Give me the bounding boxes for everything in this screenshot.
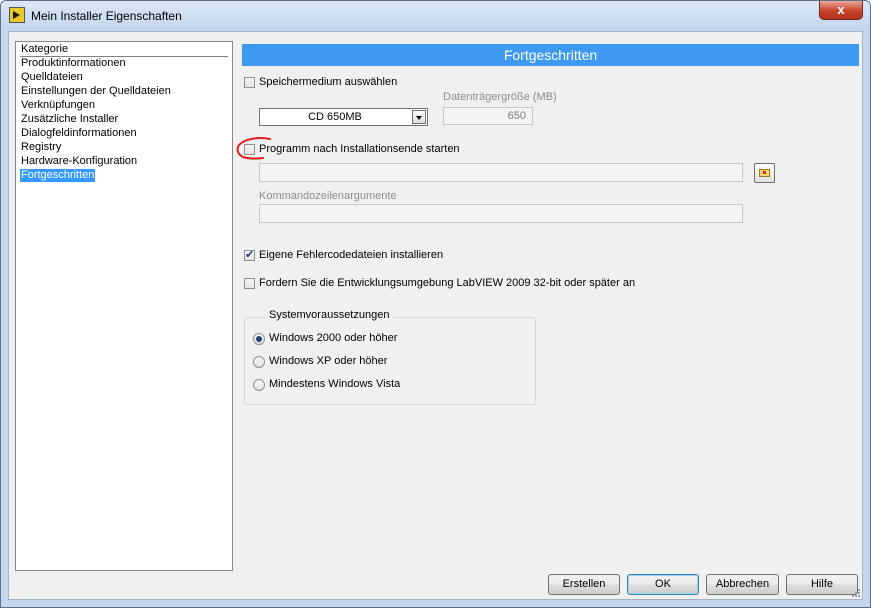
radio-windows-2000[interactable] (253, 333, 265, 345)
dropdown-arrow-icon[interactable] (412, 110, 426, 124)
media-size-field[interactable]: 650 (443, 107, 533, 125)
command-args-field[interactable] (259, 204, 743, 223)
dialog-client-area: Kategorie Produktinformationen Quelldate… (8, 31, 863, 600)
browse-button[interactable] (754, 163, 775, 183)
category-item-quelldateien[interactable]: Quelldateien (20, 71, 84, 84)
category-item-fortgeschritten[interactable]: Fortgeschritten (20, 169, 96, 182)
radio-windows-2000-label[interactable]: Windows 2000 oder höher (269, 332, 397, 344)
category-item-dialogfeldinformationen[interactable]: Dialogfeldinformationen (20, 127, 138, 140)
media-size-label: Datenträgergröße (MB) (443, 91, 557, 103)
radio-windows-xp-label[interactable]: Windows XP oder höher (269, 355, 387, 367)
require-labview-checkbox[interactable] (244, 278, 255, 289)
title-bar[interactable]: Mein Installer Eigenschaften x (1, 1, 870, 31)
folder-icon (759, 169, 770, 177)
build-button[interactable]: Erstellen (548, 574, 620, 595)
ok-button[interactable]: OK (627, 574, 699, 595)
command-args-label: Kommandozeilenargumente (259, 190, 397, 202)
category-item-hardware-konfiguration[interactable]: Hardware-Konfiguration (20, 155, 138, 168)
storage-media-value: CD 650MB (308, 111, 362, 123)
radio-windows-vista[interactable] (253, 379, 265, 391)
run-program-checkbox[interactable] (244, 144, 255, 155)
category-item-verknuepfungen[interactable]: Verknüpfungen (20, 99, 96, 112)
dialog-window: Mein Installer Eigenschaften x Kategorie… (0, 0, 871, 608)
storage-checkbox[interactable] (244, 77, 255, 88)
radio-windows-vista-label[interactable]: Mindestens Windows Vista (269, 378, 400, 390)
category-item-einstellungen-quelldateien[interactable]: Einstellungen der Quelldateien (20, 85, 172, 98)
error-files-checkbox-label[interactable]: Eigene Fehlercodedateien installieren (259, 249, 443, 261)
category-item-zusaetzliche-installer[interactable]: Zusätzliche Installer (20, 113, 119, 126)
storage-checkbox-label[interactable]: Speichermedium auswählen (259, 76, 397, 88)
category-item-produktinformationen[interactable]: Produktinformationen (20, 57, 127, 70)
category-list-header: Kategorie (20, 43, 228, 57)
storage-media-select[interactable]: CD 650MB (259, 108, 428, 126)
require-labview-checkbox-label[interactable]: Fordern Sie die Entwicklungsumgebung Lab… (259, 277, 635, 289)
section-header: Fortgeschritten (242, 44, 859, 66)
cancel-button[interactable]: Abbrechen (706, 574, 779, 595)
resize-grip-icon[interactable] (851, 588, 861, 598)
program-path-field[interactable] (259, 163, 743, 182)
window-title: Mein Installer Eigenschaften (31, 9, 182, 23)
radio-windows-xp[interactable] (253, 356, 265, 368)
run-program-checkbox-label[interactable]: Programm nach Installationsende starten (259, 143, 460, 155)
system-requirements-title: Systemvoraussetzungen (265, 309, 394, 321)
help-button[interactable]: Hilfe (786, 574, 858, 595)
category-item-registry[interactable]: Registry (20, 141, 62, 154)
error-files-checkbox[interactable] (244, 248, 255, 261)
category-list[interactable]: Kategorie Produktinformationen Quelldate… (15, 41, 233, 571)
labview-app-icon (9, 7, 25, 23)
close-button[interactable]: x (819, 1, 863, 20)
